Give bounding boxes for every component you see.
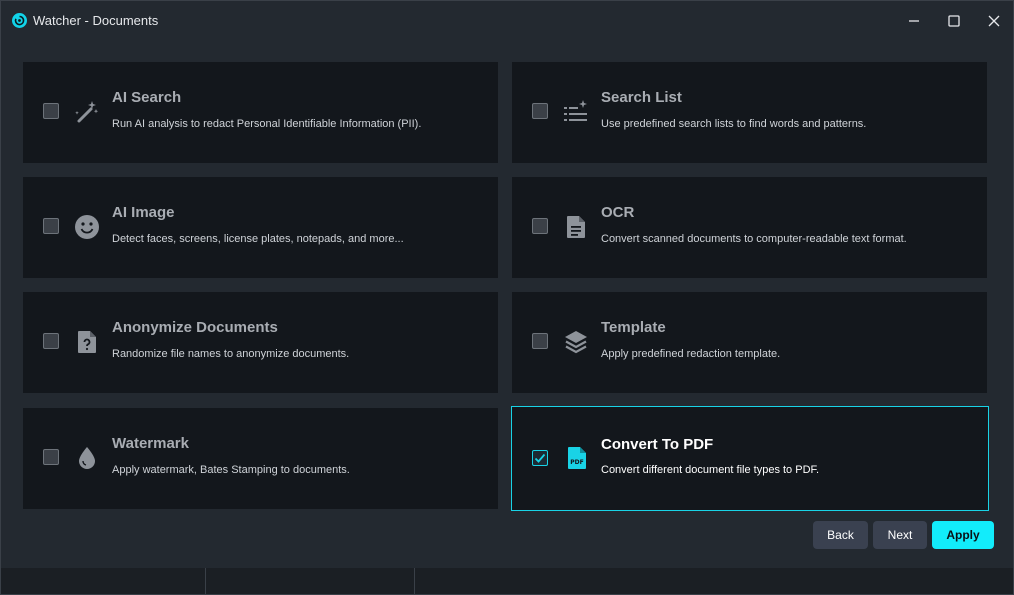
app-window: Watcher - Documents AI Search Run AI ana… xyxy=(0,0,1014,595)
minimize-button[interactable] xyxy=(904,11,924,31)
card-description: Convert different document file types to… xyxy=(601,464,820,476)
card-description: Apply watermark, Bates Stamping to docum… xyxy=(112,464,350,476)
option-card-ocr[interactable]: OCR Convert scanned documents to compute… xyxy=(512,177,987,278)
card-description: Apply predefined redaction template. xyxy=(601,348,781,360)
convert-to-pdf-checkbox[interactable] xyxy=(532,450,548,466)
water-drop-icon xyxy=(74,445,100,471)
svg-text:PDF: PDF xyxy=(570,459,583,466)
apply-button[interactable]: Apply xyxy=(932,521,994,549)
title-bar: Watcher - Documents xyxy=(1,1,1013,41)
back-button[interactable]: Back xyxy=(813,521,868,549)
next-button[interactable]: Next xyxy=(873,521,927,549)
card-title: Convert To PDF xyxy=(601,436,714,453)
document-text-icon xyxy=(563,214,589,240)
status-divider xyxy=(414,568,415,594)
status-bar xyxy=(1,568,1013,594)
anonymize-documents-checkbox[interactable] xyxy=(43,333,59,349)
watermark-checkbox[interactable] xyxy=(43,449,59,465)
status-divider xyxy=(205,568,206,594)
card-title: OCR xyxy=(601,204,635,221)
ocr-checkbox[interactable] xyxy=(532,218,548,234)
ai-image-checkbox[interactable] xyxy=(43,218,59,234)
ai-search-checkbox[interactable] xyxy=(43,103,59,119)
close-button[interactable] xyxy=(984,11,1004,31)
option-card-template[interactable]: Template Apply predefined redaction temp… xyxy=(512,292,987,393)
card-title: AI Image xyxy=(112,204,175,221)
pdf-file-icon: PDF xyxy=(564,445,590,471)
layers-icon xyxy=(563,329,589,355)
option-card-ai-search[interactable]: AI Search Run AI analysis to redact Pers… xyxy=(23,62,498,163)
card-title: Anonymize Documents xyxy=(112,319,278,336)
magic-wand-icon xyxy=(74,99,100,125)
maximize-button[interactable] xyxy=(944,11,964,31)
card-title: Watermark xyxy=(112,435,189,452)
card-title: AI Search xyxy=(112,89,182,106)
card-description: Run AI analysis to redact Personal Ident… xyxy=(112,118,422,130)
option-card-anonymize-documents[interactable]: Anonymize Documents Randomize file names… xyxy=(23,292,498,393)
option-card-convert-to-pdf[interactable]: PDF Convert To PDF Convert different doc… xyxy=(511,406,989,511)
template-checkbox[interactable] xyxy=(532,333,548,349)
sparkle-list-icon xyxy=(563,99,589,125)
card-description: Use predefined search lists to find word… xyxy=(601,118,867,130)
file-question-icon xyxy=(74,329,100,355)
card-title: Search List xyxy=(601,89,682,106)
smiley-face-icon xyxy=(74,214,100,240)
option-card-search-list[interactable]: Search List Use predefined search lists … xyxy=(512,62,987,163)
card-description: Convert scanned documents to computer-re… xyxy=(601,233,907,245)
card-description: Randomize file names to anonymize docume… xyxy=(112,348,350,360)
option-card-watermark[interactable]: Watermark Apply watermark, Bates Stampin… xyxy=(23,408,498,509)
search-list-checkbox[interactable] xyxy=(532,103,548,119)
option-card-ai-image[interactable]: AI Image Detect faces, screens, license … xyxy=(23,177,498,278)
card-title: Template xyxy=(601,319,666,336)
window-title: Watcher - Documents xyxy=(33,13,159,28)
card-description: Detect faces, screens, license plates, n… xyxy=(112,233,404,245)
app-logo-icon xyxy=(12,13,27,28)
